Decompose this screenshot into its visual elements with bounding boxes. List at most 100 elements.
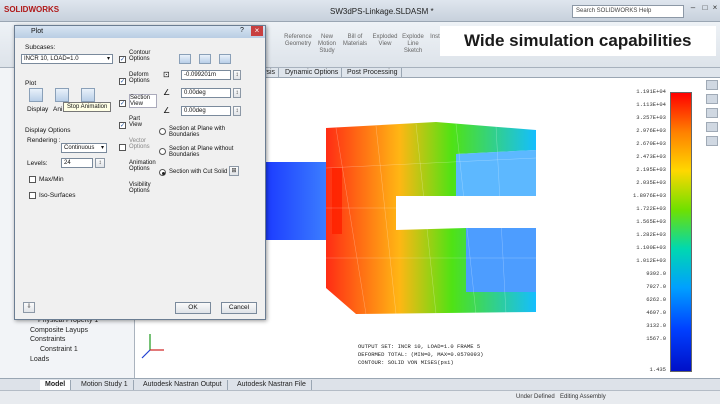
tab-nastran-file[interactable]: Autodesk Nastran File: [232, 380, 312, 390]
angle-y-spinner[interactable]: ↕: [233, 106, 241, 116]
deform-options-checkbox[interactable]: ✓: [119, 78, 126, 85]
document-title: SW3dPS-Linkage.SLDASM *: [330, 7, 434, 16]
status-editing: Editing Assembly: [560, 394, 606, 400]
chevron-down-icon: ▾: [106, 56, 110, 62]
reference-geometry-button[interactable]: Reference Geometry: [280, 34, 316, 48]
section-edit-button[interactable]: [219, 54, 231, 64]
ok-button[interactable]: OK: [175, 302, 211, 314]
explode-line-sketch-button[interactable]: Explode Line Sketch: [398, 34, 428, 55]
dialog-close-icon[interactable]: ×: [251, 26, 263, 36]
display-options-label: Display Options: [25, 127, 71, 134]
exploded-view-button[interactable]: Exploded View: [370, 34, 400, 48]
display-button-label: Display: [27, 106, 49, 113]
contour-options-checkbox[interactable]: ✓: [119, 56, 126, 63]
animation-options-tab[interactable]: Animation Options: [129, 160, 157, 172]
tree-item-loads[interactable]: Loads: [30, 356, 49, 363]
visibility-options-tab[interactable]: Visibility Options: [129, 182, 157, 194]
contour-line: CONTOUR: SOLID VON MISES(psi): [358, 359, 454, 366]
vector-options-tab[interactable]: Vector Options: [129, 138, 155, 150]
part-view-checkbox[interactable]: ✓: [119, 122, 126, 129]
section-plane-button[interactable]: [179, 54, 191, 64]
legend-label: 4697.0: [646, 309, 666, 316]
output-set-line: OUTPUT SET: INCR 10, LOAD=1.0 FRAME 5: [358, 343, 481, 350]
section-with-boundaries-radio[interactable]: [159, 128, 166, 135]
search-input[interactable]: Search SOLIDWORKS Help: [572, 5, 684, 18]
tree-item-composite-layups[interactable]: Composite Layups: [30, 327, 88, 334]
offset-input[interactable]: -0.099201m: [181, 70, 231, 80]
subcases-label: Subcases:: [25, 44, 56, 51]
task-pane-view-icon[interactable]: [706, 122, 718, 132]
tab-post-processing[interactable]: Post Processing: [344, 68, 402, 78]
cut-solid-options-button[interactable]: ⊞: [229, 166, 239, 176]
tab-nastran-output[interactable]: Autodesk Nastran Output: [138, 380, 228, 390]
angle-x-input[interactable]: 0.00deg: [181, 88, 231, 98]
levels-spinner[interactable]: ↕: [95, 158, 105, 168]
bill-of-materials-button[interactable]: Bill of Materials: [340, 34, 370, 48]
angle-x-icon: ∠: [163, 88, 171, 97]
legend-label: 2.035E+03: [636, 179, 666, 186]
legend-label: 1.722E+03: [636, 205, 666, 212]
command-tabs: ysis Dynamic Options Post Processing: [258, 68, 720, 78]
section-view-checkbox[interactable]: ✓: [119, 100, 126, 107]
legend-label: 1.012E+03: [636, 257, 666, 264]
section-with-boundaries-label: Section at Plane with Boundaries: [169, 126, 226, 138]
title-bar: SOLIDWORKS SW3dPS-Linkage.SLDASM * Searc…: [0, 0, 720, 22]
legend-label: 1.113E+04: [636, 101, 666, 108]
section-flip-button[interactable]: [199, 54, 211, 64]
angle-y-input[interactable]: 0.00deg: [181, 106, 231, 116]
legend-label: 3132.0: [646, 322, 666, 329]
task-pane-library-icon[interactable]: [706, 94, 718, 104]
task-pane-home-icon[interactable]: [706, 80, 718, 90]
new-motion-study-button[interactable]: New Motion Study: [314, 34, 340, 55]
rendering-select[interactable]: Continuous ▾: [61, 143, 107, 153]
offset-spinner[interactable]: ↕: [233, 70, 241, 80]
tree-item-constraint-1[interactable]: Constraint 1: [40, 346, 78, 353]
animation-button[interactable]: [55, 88, 69, 102]
tab-model[interactable]: Model: [40, 380, 72, 390]
section-cut-solid-radio[interactable]: [159, 169, 166, 176]
legend-label: 1567.0: [646, 335, 666, 342]
display-button[interactable]: [29, 88, 43, 102]
link-bar: [266, 162, 326, 240]
help-icon[interactable]: ?: [237, 27, 247, 36]
tab-dynamic-options[interactable]: Dynamic Options: [282, 68, 343, 78]
vector-options-checkbox[interactable]: [119, 144, 126, 151]
maximize-icon[interactable]: □: [700, 3, 710, 13]
isosurfaces-checkbox[interactable]: [29, 192, 36, 199]
levels-input[interactable]: 24: [61, 158, 93, 168]
chevron-down-icon: ▾: [100, 145, 104, 151]
legend-label: 1.565E+03: [636, 218, 666, 225]
bottom-tabs: Model Motion Study 1 Autodesk Nastran Ou…: [0, 378, 720, 390]
plot-label: Plot: [25, 80, 37, 87]
minimize-icon[interactable]: –: [688, 3, 698, 13]
subcase-select[interactable]: INCR 10, LOAD=1.0 ▾: [21, 54, 113, 64]
section-without-boundaries-radio[interactable]: [159, 148, 166, 155]
part-view-tab[interactable]: Part View: [129, 116, 155, 128]
angle-y-icon: ∠: [163, 106, 171, 115]
legend-label: 3.257E+03: [636, 114, 666, 121]
legend-label: 2.976E+03: [636, 127, 666, 134]
cancel-button[interactable]: Cancel: [221, 302, 257, 314]
legend-label: 1.435: [649, 366, 666, 373]
tab-motion-study-1[interactable]: Motion Study 1: [76, 380, 134, 390]
offset-icon: ⊡: [163, 70, 170, 79]
maxmin-checkbox[interactable]: [29, 176, 36, 183]
task-pane-appearance-icon[interactable]: [706, 136, 718, 146]
status-under-defined: Under Defined: [516, 394, 555, 400]
task-pane-explorer-icon[interactable]: [706, 108, 718, 118]
stop-animation-button[interactable]: [81, 88, 95, 102]
dialog-title: Plot: [15, 26, 265, 38]
legend-label: 9392.0: [646, 270, 666, 277]
tree-item-constraints[interactable]: Constraints: [30, 336, 65, 343]
section-view-tab[interactable]: Section View: [129, 94, 157, 108]
legend-label: 2.473E+03: [636, 153, 666, 160]
legend-label: 6262.0: [646, 296, 666, 303]
dialog-expand-button[interactable]: ⇩: [23, 302, 35, 313]
contour-options-tab[interactable]: Contour Options: [129, 50, 155, 62]
angle-x-spinner[interactable]: ↕: [233, 88, 241, 98]
deform-options-tab[interactable]: Deform Options: [129, 72, 155, 84]
triad-icon: [141, 334, 164, 359]
close-icon[interactable]: ×: [710, 3, 720, 13]
maxmin-label: Max/Min: [39, 176, 64, 183]
rendering-label: Rendering :: [27, 137, 61, 144]
